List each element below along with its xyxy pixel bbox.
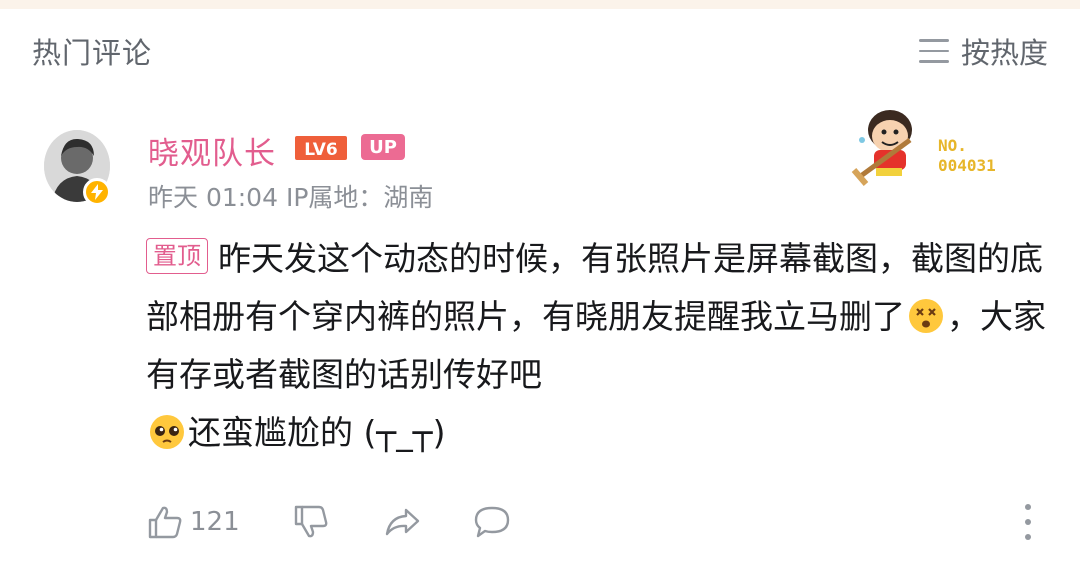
- sort-button[interactable]: 按热度: [918, 30, 1048, 72]
- top-strip: [0, 0, 1080, 9]
- comment-meta: 昨天 01:04 IP属地：湖南: [148, 178, 433, 214]
- vip-lightning-badge-icon: [83, 178, 111, 206]
- dizzy-face-emoji-icon: [909, 299, 943, 333]
- comment-time: 昨天 01:04: [148, 183, 278, 212]
- pleading-face-emoji-icon: [150, 415, 184, 449]
- section-title: 热门评论: [32, 36, 153, 70]
- decoration-number: NO. 004031: [938, 136, 996, 176]
- pinned-tag: 置顶: [146, 238, 208, 274]
- thumb-up-icon: [148, 506, 182, 539]
- comment-text: 置顶 昨天发这个动态的时候，有张照片是屏幕截图，截图的底部相册有个穿内裤的照片，有…: [146, 230, 1046, 462]
- comment-text-part3: 还蛮尴尬的 (┬_┬): [188, 413, 446, 452]
- level-badge-text: LV6: [304, 140, 337, 160]
- share-arrow-icon: [385, 508, 419, 536]
- list-menu-icon: [918, 39, 949, 63]
- ip-location: IP属地：湖南: [285, 183, 434, 212]
- like-count: 121: [190, 507, 240, 537]
- username[interactable]: 晓观队长: [148, 128, 276, 173]
- sort-label: 按热度: [960, 36, 1048, 70]
- dislike-button[interactable]: [292, 503, 330, 541]
- decoration-value: 004031: [938, 156, 996, 175]
- up-badge: UP: [361, 134, 405, 160]
- level-badge: LV6: [295, 136, 347, 160]
- more-options-icon[interactable]: [1018, 504, 1038, 540]
- reply-button[interactable]: [472, 503, 512, 541]
- action-bar: 121: [146, 500, 512, 544]
- thumb-down-icon: [294, 505, 328, 538]
- chat-bubble-icon: [474, 506, 509, 538]
- fan-decoration-icon[interactable]: [848, 100, 928, 186]
- share-button[interactable]: [382, 503, 422, 541]
- decoration-label: NO.: [938, 136, 967, 155]
- like-button[interactable]: 121: [146, 503, 240, 541]
